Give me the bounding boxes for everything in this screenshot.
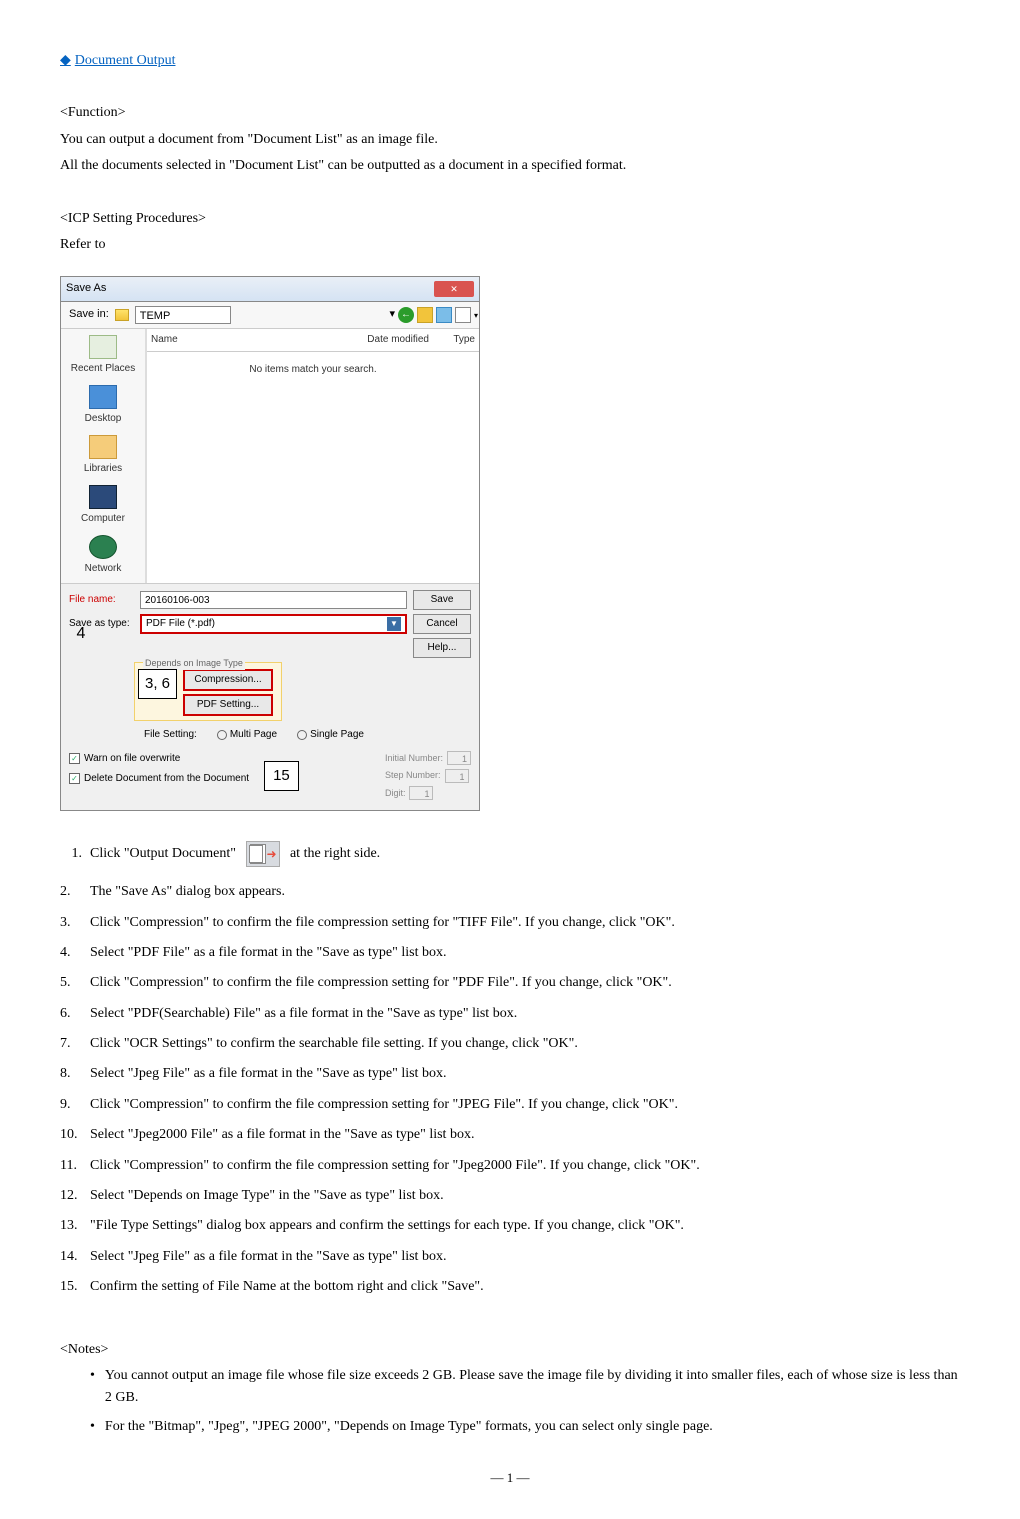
file-name-input[interactable]: 20160106-003 [140, 591, 407, 609]
list-item: 6.Select "PDF(Searchable) File" as a fil… [60, 1003, 960, 1025]
procedures-refer: Refer to [60, 234, 960, 256]
function-line1: You can output a document from "Document… [60, 129, 960, 151]
list-item: 2.The "Save As" dialog box appears. [60, 881, 960, 903]
step-number-label: Step Number: [385, 768, 441, 782]
list-item: 3.Click "Compression" to confirm the fil… [60, 912, 960, 934]
file-list: Name Date modified Type No items match y… [146, 329, 479, 583]
list-item: For the "Bitmap", "Jpeg", "JPEG 2000", "… [60, 1416, 960, 1438]
back-icon[interactable] [398, 307, 414, 323]
close-icon[interactable]: ✕ [434, 281, 474, 297]
function-line2: All the documents selected in "Document … [60, 155, 960, 177]
list-item: 11.Click "Compression" to confirm the fi… [60, 1155, 960, 1177]
computer-icon [89, 485, 117, 509]
no-items-text: No items match your search. [147, 352, 479, 378]
step-number-input[interactable]: 1 [445, 769, 469, 783]
col-date[interactable]: Date modified [336, 332, 435, 348]
radio-multi-page[interactable]: Multi Page [217, 727, 277, 743]
pdf-setting-button[interactable]: PDF Setting... [183, 694, 273, 716]
save-as-type-combo[interactable]: PDF File (*.pdf) ▼ [140, 614, 407, 634]
depends-on-image-type-group: Depends on Image Type 3, 6 Compression..… [134, 662, 282, 721]
list-item: 5.Click "Compression" to confirm the fil… [60, 972, 960, 994]
radio-single-page[interactable]: Single Page [297, 727, 364, 743]
folder-icon [115, 309, 129, 321]
notes-list: You cannot output an image file whose fi… [60, 1365, 960, 1438]
desktop-icon [89, 385, 117, 409]
notes-label: <Notes> [60, 1339, 960, 1361]
place-network[interactable]: Network [85, 535, 122, 577]
procedures-label: <ICP Setting Procedures> [60, 208, 960, 230]
place-libraries[interactable]: Libraries [84, 435, 122, 477]
help-button[interactable]: Help... [413, 638, 471, 658]
callout-3-6: 3, 6 [138, 669, 177, 699]
list-item: 7.Click "OCR Settings" to confirm the se… [60, 1033, 960, 1055]
new-folder-icon[interactable] [436, 307, 452, 323]
function-label: <Function> [60, 102, 960, 124]
callout-4: 4 [71, 612, 91, 656]
initial-number-input[interactable]: 1 [447, 751, 471, 765]
list-item: 10.Select "Jpeg2000 File" as a file form… [60, 1124, 960, 1146]
dialog-titlebar: Save As ✕ [61, 277, 479, 302]
file-setting-label: File Setting: [144, 727, 197, 743]
step-number: 1. [60, 843, 82, 865]
save-as-dialog: Save As ✕ Save in: TEMP ▾ Recent Places … [60, 276, 480, 811]
list-item: 13."File Type Settings" dialog box appea… [60, 1215, 960, 1237]
place-recent[interactable]: Recent Places [71, 335, 135, 377]
list-item: 15.Confirm the setting of File Name at t… [60, 1276, 960, 1298]
document-output-link[interactable]: Document Output [60, 50, 960, 72]
save-button[interactable]: Save [413, 590, 471, 610]
dialog-toolbar: Save in: TEMP ▾ [61, 302, 479, 329]
checkbox-icon: ✓ [69, 773, 80, 784]
places-bar: Recent Places Desktop Libraries Computer… [61, 329, 146, 583]
up-folder-icon[interactable] [417, 307, 433, 323]
dialog-title: Save As [66, 280, 106, 298]
chevron-down-icon: ▼ [387, 617, 401, 631]
list-item: 4.Select "PDF File" as a file format in … [60, 942, 960, 964]
save-as-type-value: PDF File (*.pdf) [146, 616, 215, 632]
list-item: You cannot output an image file whose fi… [60, 1365, 960, 1410]
col-type[interactable]: Type [435, 332, 475, 348]
list-item: 9.Click "Compression" to confirm the fil… [60, 1094, 960, 1116]
output-document-icon [246, 841, 280, 867]
step-1-pre: Click "Output Document" [90, 843, 236, 865]
checkbox-icon: ✓ [69, 753, 80, 764]
compression-button[interactable]: Compression... [183, 669, 273, 691]
view-menu-icon[interactable] [455, 307, 471, 323]
heading-text: Document Output [75, 50, 176, 72]
page-number: ― 1 ― [60, 1468, 960, 1489]
dropdown-arrow-icon[interactable]: ▾ [389, 306, 395, 324]
numbering-group: Initial Number:1 Step Number:1 Digit:1 [385, 751, 471, 800]
save-in-dropdown[interactable]: TEMP [135, 306, 232, 324]
radio-icon [297, 730, 307, 740]
col-name[interactable]: Name [151, 332, 336, 348]
place-computer[interactable]: Computer [81, 485, 125, 527]
step-1: 1. Click "Output Document" at the right … [60, 841, 960, 867]
chk-delete-document[interactable]: ✓Delete Document from the Document [69, 771, 249, 787]
file-name-label: File name: [69, 592, 134, 608]
callout-15: 15 [264, 761, 299, 791]
recent-places-icon [89, 335, 117, 359]
digit-label: Digit: [385, 786, 406, 800]
chk-warn-overwrite[interactable]: ✓Warn on file overwrite [69, 751, 249, 767]
list-item: 14.Select "Jpeg File" as a file format i… [60, 1246, 960, 1268]
list-item: 8.Select "Jpeg File" as a file format in… [60, 1063, 960, 1085]
steps-list: 2.The "Save As" dialog box appears. 3.Cl… [60, 881, 960, 1298]
save-in-label: Save in: [69, 306, 109, 324]
radio-icon [217, 730, 227, 740]
save-in-value: TEMP [140, 310, 171, 322]
network-icon [89, 535, 117, 559]
digit-input[interactable]: 1 [409, 786, 433, 800]
libraries-icon [89, 435, 117, 459]
cancel-button[interactable]: Cancel [413, 614, 471, 634]
place-desktop[interactable]: Desktop [85, 385, 122, 427]
list-item: 12.Select "Depends on Image Type" in the… [60, 1185, 960, 1207]
step-1-post: at the right side. [290, 843, 380, 865]
initial-number-label: Initial Number: [385, 751, 443, 765]
